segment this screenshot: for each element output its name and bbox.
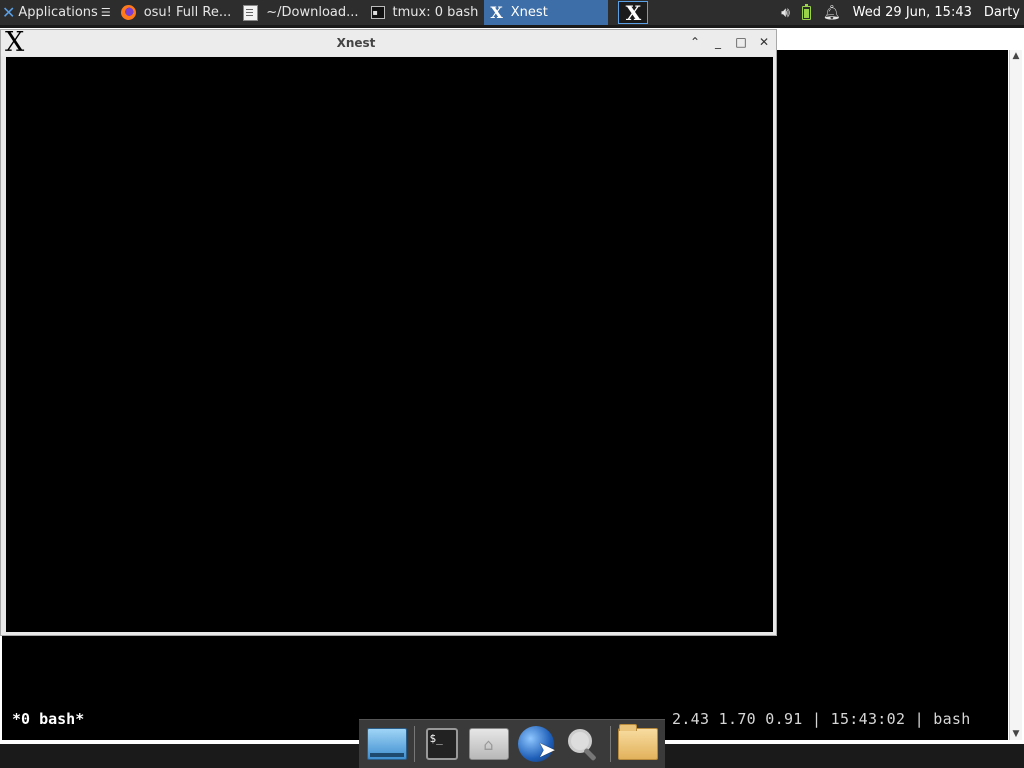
window-title: Xnest xyxy=(336,36,376,50)
maximize-button[interactable]: □ xyxy=(733,34,749,50)
volume-icon[interactable]: 🔊︎ xyxy=(781,5,790,21)
dock-item-search[interactable] xyxy=(563,724,603,764)
applications-label: Applications xyxy=(18,5,98,20)
shade-button[interactable]: ⌃ xyxy=(687,34,703,50)
firefox-icon xyxy=(120,5,136,20)
menu-indicator-icon: ☰ xyxy=(100,6,111,19)
taskbar-item-xnest[interactable]: X Xnest xyxy=(484,0,609,25)
xfce-logo-icon: ✕ xyxy=(2,2,16,22)
dock-item-home[interactable]: ⌂ xyxy=(468,724,509,764)
search-icon xyxy=(566,727,600,762)
taskbar-item-firefox[interactable]: osu! Full Re... xyxy=(115,0,238,25)
dock-item-terminal[interactable]: $_ xyxy=(422,724,462,764)
taskbar-item-label: ~/Download... xyxy=(266,5,359,20)
dock-item-browser[interactable]: ➤ xyxy=(516,724,556,764)
terminal-icon: $_ xyxy=(425,728,458,760)
mouse-cursor-icon: ➤ xyxy=(537,738,556,763)
taskbar-item-label: Xnest xyxy=(510,5,548,20)
minimize-button[interactable]: _ xyxy=(710,34,726,50)
desktop-icon xyxy=(366,728,407,760)
scroll-up-icon[interactable]: ▲ xyxy=(1010,50,1022,62)
taskbar-item-editor[interactable]: ~/Download... xyxy=(237,0,364,25)
taskbar-item-label: tmux: 0 bash xyxy=(392,5,479,20)
x-icon: X xyxy=(490,2,503,22)
system-tray: 🔊︎ 🔔︎ Wed 29 Jun, 15:43 Darty xyxy=(781,3,1024,21)
home-folder-icon: ⌂ xyxy=(468,728,509,760)
xnest-display-area[interactable] xyxy=(6,57,773,632)
text-editor-icon xyxy=(243,4,259,21)
terminal-scrollbar[interactable]: ▲ ▼ xyxy=(1009,50,1022,740)
close-button[interactable]: ✕ xyxy=(756,34,772,50)
scroll-down-icon[interactable]: ▼ xyxy=(1010,728,1022,740)
taskbar-item-label: osu! Full Re... xyxy=(143,5,232,20)
window-titlebar[interactable]: X Xnest ⌃ _ □ ✕ xyxy=(1,28,776,58)
dock-item-folder[interactable] xyxy=(617,724,658,764)
tmux-status-right: 2.43 1.70 0.91 | 15:43:02 | bash xyxy=(672,710,971,728)
notification-bell-icon[interactable]: 🔔︎ xyxy=(823,5,841,21)
applications-menu[interactable]: ✕ Applications ☰ xyxy=(0,0,115,25)
dock-item-desktop[interactable] xyxy=(366,724,407,764)
top-panel: ✕ Applications ☰ osu! Full Re... ~/Downl… xyxy=(0,0,1024,25)
dock: $_ ⌂ ➤ xyxy=(359,719,665,768)
user-menu[interactable]: Darty xyxy=(984,5,1020,20)
dock-separator xyxy=(413,726,415,762)
tmux-status-left: *0 bash* xyxy=(12,710,85,728)
dock-separator xyxy=(609,726,611,762)
folder-icon xyxy=(617,724,658,760)
x-window-tray-icon[interactable]: X xyxy=(618,1,649,25)
panel-clock[interactable]: Wed 29 Jun, 15:43 xyxy=(853,5,972,20)
xnest-window: X Xnest ⌃ _ □ ✕ xyxy=(0,28,777,636)
battery-icon[interactable] xyxy=(801,3,811,20)
taskbar-item-tmux[interactable]: ▪ tmux: 0 bash xyxy=(365,0,485,25)
terminal-icon: ▪ xyxy=(370,6,385,19)
